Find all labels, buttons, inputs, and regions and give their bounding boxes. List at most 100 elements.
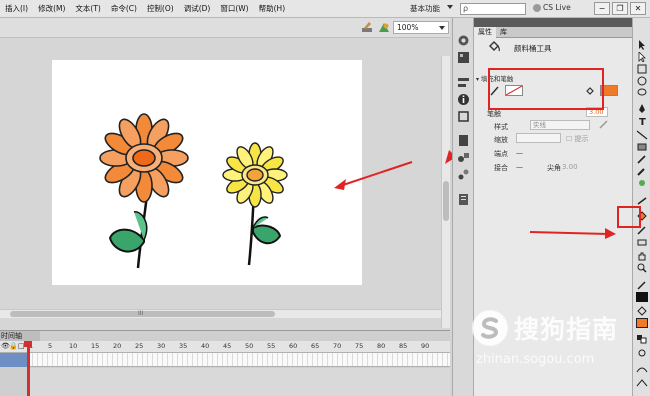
ruler-tick: 90 <box>421 342 430 350</box>
timeline-panel: 时间轴 👁 🔒 □ 1 5 10 15 20 25 30 35 40 45 50… <box>0 330 450 396</box>
subselection-tool-icon[interactable] <box>636 52 648 62</box>
scale-select[interactable] <box>516 133 561 143</box>
transform-icon[interactable] <box>457 110 470 123</box>
cs-live-button[interactable]: CS Live <box>533 3 571 12</box>
join-select[interactable]: — <box>516 163 523 171</box>
menu-help[interactable]: 帮助(H) <box>254 3 291 14</box>
ruler-tick: 15 <box>91 342 100 350</box>
lock-icon[interactable]: 🔒 <box>9 342 18 350</box>
hand-tool-icon[interactable] <box>636 251 648 261</box>
search-input[interactable]: ρ <box>460 3 526 15</box>
paint-bucket-highlight <box>617 206 641 228</box>
hint-label: 提示 <box>574 135 589 143</box>
menu-text[interactable]: 文本(T) <box>70 3 105 14</box>
menu-insert[interactable]: 插入(I) <box>0 3 33 14</box>
line-tool-icon[interactable] <box>636 130 648 140</box>
deco-tool-icon[interactable] <box>636 178 648 188</box>
ruler-tick: 30 <box>157 342 166 350</box>
workspace-switcher[interactable]: 基本功能 <box>410 3 440 14</box>
ruler-tick: 45 <box>223 342 232 350</box>
ruler-tick: 65 <box>311 342 320 350</box>
cap-select[interactable]: — <box>516 149 523 157</box>
edit-style-icon[interactable] <box>599 119 609 129</box>
ruler-tick: 55 <box>267 342 276 350</box>
bone-tool-icon[interactable] <box>636 196 648 206</box>
timeline-tab[interactable]: 时间轴 <box>0 331 40 341</box>
ruler-tick: 50 <box>245 342 254 350</box>
menu-debug[interactable]: 调试(D) <box>179 3 216 14</box>
brush-tool-icon[interactable] <box>636 166 648 176</box>
panel-title-bar <box>474 18 632 27</box>
edit-scene-icon[interactable] <box>361 21 375 34</box>
ruler-tick: 75 <box>355 342 364 350</box>
color-icon[interactable] <box>457 34 470 47</box>
pen-tool-icon[interactable] <box>636 104 648 114</box>
stroke-color-icon[interactable] <box>636 280 648 290</box>
edit-symbol-icon[interactable] <box>377 21 391 34</box>
style-select[interactable]: 实线 <box>530 120 590 130</box>
selection-tool-icon[interactable] <box>636 40 648 50</box>
3d-rotation-tool-icon[interactable] <box>636 76 648 86</box>
svg-text:T: T <box>639 117 646 126</box>
swap-colors-icon[interactable] <box>636 334 648 344</box>
ruler-tick: 35 <box>179 342 188 350</box>
menu-commands[interactable]: 命令(C) <box>106 3 142 14</box>
eraser-tool-icon[interactable] <box>636 237 648 247</box>
close-button[interactable]: ✕ <box>630 2 646 15</box>
stroke-color-chip[interactable] <box>636 292 648 302</box>
vertical-scrollbar[interactable] <box>441 56 450 328</box>
flash-editor-window: 插入(I) 修改(M) 文本(T) 命令(C) 控制(O) 调试(D) 窗口(W… <box>0 0 650 396</box>
join-label: 接合 <box>494 164 508 172</box>
free-transform-tool-icon[interactable] <box>636 64 648 74</box>
ruler-tick: 40 <box>201 342 210 350</box>
ruler-tick: 70 <box>333 342 342 350</box>
minimize-button[interactable]: − <box>594 2 610 15</box>
motion-presets-icon[interactable] <box>457 168 470 181</box>
fill-color-icon[interactable] <box>636 306 648 316</box>
stage-canvas[interactable] <box>52 60 362 285</box>
history-icon[interactable] <box>457 193 470 206</box>
menu-window[interactable]: 窗口(W) <box>215 3 253 14</box>
align-icon[interactable] <box>457 76 470 89</box>
scroll-grip-icon: III <box>138 310 144 317</box>
panel-icon-strip <box>452 18 474 396</box>
menu-control[interactable]: 控制(O) <box>142 3 179 14</box>
tab-properties[interactable]: 属性 <box>474 27 496 38</box>
swatches-icon[interactable] <box>457 51 470 64</box>
code-snippets-icon[interactable] <box>457 134 470 147</box>
text-tool-icon[interactable]: T <box>636 116 648 126</box>
cap-label: 端点 <box>494 150 508 158</box>
timeline-frames[interactable] <box>28 353 450 367</box>
tab-library[interactable]: 库 <box>496 27 511 38</box>
miter-value[interactable]: 3.00 <box>562 163 578 171</box>
restore-button[interactable]: ❐ <box>612 2 628 15</box>
annotation-arrow-icon <box>334 161 413 190</box>
lasso-tool-icon[interactable] <box>636 88 648 98</box>
ruler-tick: 85 <box>399 342 408 350</box>
stage-toolbar: 100% <box>0 18 450 38</box>
rectangle-tool-icon[interactable] <box>636 142 648 152</box>
smooth-option-icon[interactable] <box>636 364 648 374</box>
zoom-tool-icon[interactable] <box>636 263 648 273</box>
pencil-tool-icon[interactable] <box>636 154 648 164</box>
menu-modify[interactable]: 修改(M) <box>33 3 70 14</box>
hint-checkbox[interactable]: ☐ 提示 <box>566 134 589 144</box>
components-icon[interactable] <box>457 151 470 164</box>
timeline-layer[interactable] <box>0 353 28 367</box>
vertical-scroll-thumb[interactable] <box>443 181 449 221</box>
horizontal-scrollbar[interactable]: III <box>0 309 441 318</box>
playhead[interactable] <box>27 341 30 396</box>
ruler-tick: 25 <box>135 342 144 350</box>
ruler-tick: 60 <box>289 342 298 350</box>
fill-color-chip[interactable] <box>636 318 648 328</box>
info-icon[interactable] <box>457 93 470 106</box>
window-controls: − ❐ ✕ <box>594 2 646 15</box>
cs-live-label: CS Live <box>543 3 571 12</box>
chevron-down-icon[interactable] <box>447 5 453 9</box>
ruler-tick: 5 <box>48 342 53 350</box>
fill-stroke-highlight <box>488 68 604 110</box>
ruler-tick: 20 <box>113 342 122 350</box>
snap-to-objects-icon[interactable] <box>636 348 648 358</box>
zoom-select[interactable]: 100% <box>393 21 449 34</box>
straighten-option-icon[interactable] <box>636 378 648 388</box>
